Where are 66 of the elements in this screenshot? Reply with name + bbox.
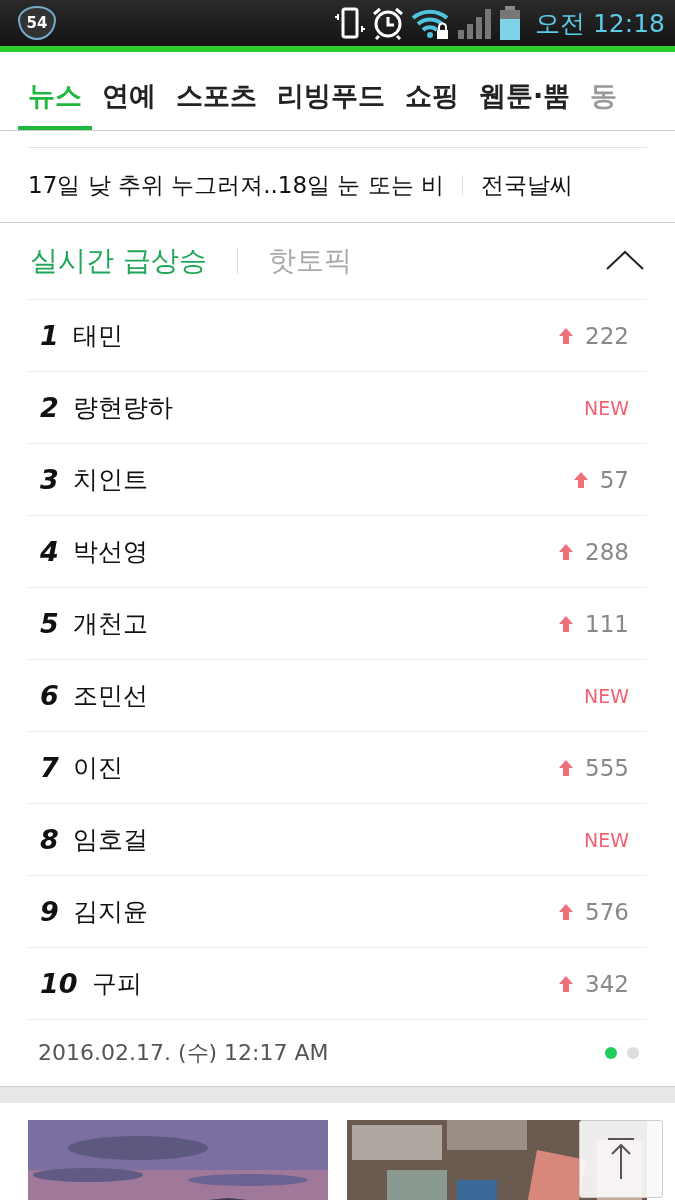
up-arrow-icon — [559, 759, 574, 776]
rank-number: 6 — [40, 680, 59, 711]
clock-time: 오전 12:18 — [535, 7, 665, 40]
rank-number: 2 — [40, 392, 59, 423]
signal-icon — [457, 6, 493, 40]
rank-number: 4 — [40, 536, 59, 567]
rank-change: 111 — [585, 610, 629, 637]
headline-link[interactable]: 17일 낮 추위 누그러져..18일 눈 또는 비 — [28, 169, 445, 201]
category-tab[interactable]: 웹툰·뿜 — [469, 52, 581, 130]
rank-number: 1 — [40, 320, 59, 351]
keyword-row[interactable]: 3 치인트 57 — [28, 443, 647, 515]
rank-change: 222 — [585, 322, 629, 349]
page-dot[interactable] — [627, 1047, 639, 1059]
keyword-row[interactable]: 5 개천고 111 — [28, 587, 647, 659]
rank-number: 3 — [40, 464, 59, 495]
keyword-text: 치인트 — [72, 464, 148, 496]
rank-number: 8 — [40, 824, 59, 855]
rank-change: 576 — [585, 898, 629, 925]
rank-change: 555 — [585, 754, 629, 781]
new-label: NEW — [584, 396, 629, 419]
keyword-text: 구피 — [91, 968, 142, 1000]
up-arrow-icon — [559, 327, 574, 344]
category-tab[interactable]: 리빙푸드 — [267, 52, 395, 130]
keyword-row[interactable]: 9 김지윤 576 — [28, 875, 647, 947]
keyword-row[interactable]: 10 구피 342 — [28, 947, 647, 1019]
collapse-icon[interactable] — [605, 249, 645, 273]
rank-number: 10 — [40, 968, 78, 999]
keyword-text: 이진 — [72, 752, 123, 784]
keyword-row[interactable]: 8 임호걸 NEW — [28, 803, 647, 875]
category-tab[interactable]: 스포츠 — [166, 52, 267, 130]
keyword-text: 량현량하 — [72, 392, 173, 424]
rank-change: 342 — [585, 970, 629, 997]
weather-link[interactable]: 전국날씨 — [481, 169, 574, 201]
battery-icon — [499, 5, 521, 41]
rank-change: 57 — [599, 466, 629, 493]
keyword-text: 박선영 — [72, 536, 148, 568]
keyword-row[interactable]: 6 조민선 NEW — [28, 659, 647, 731]
up-arrow-icon — [559, 903, 574, 920]
up-arrow-icon — [573, 471, 588, 488]
new-label: NEW — [584, 684, 629, 707]
scroll-to-top-button[interactable] — [579, 1120, 663, 1198]
up-arrow-icon — [559, 543, 574, 560]
keyword-row[interactable]: 4 박선영 288 — [28, 515, 647, 587]
category-tab[interactable]: 연예 — [92, 52, 166, 130]
keyword-text: 조민선 — [72, 680, 148, 712]
keyword-text: 김지윤 — [72, 896, 148, 928]
keyword-row[interactable]: 1 태민 222 — [28, 299, 647, 371]
keyword-row[interactable]: 2 량현량하 NEW — [28, 371, 647, 443]
arrow-up-to-top-icon — [606, 1137, 636, 1181]
rank-change: 288 — [585, 538, 629, 565]
rank-number: 7 — [40, 752, 59, 783]
keyword-text: 개천고 — [72, 608, 148, 640]
alarm-clock-icon — [371, 6, 405, 40]
keyword-text: 임호걸 — [72, 824, 148, 856]
category-tab[interactable]: 쇼핑 — [395, 52, 469, 130]
vibrate-icon — [335, 6, 365, 40]
rank-number: 9 — [40, 896, 59, 927]
keyword-row[interactable]: 7 이진 555 — [28, 731, 647, 803]
rank-number: 5 — [40, 608, 59, 639]
new-label: NEW — [584, 828, 629, 851]
update-time: 2016.02.17. (수) 12:17 AM — [38, 1039, 329, 1067]
keyword-text: 태민 — [72, 320, 123, 352]
notification-badge: 54 — [18, 6, 56, 40]
page-dot[interactable] — [605, 1047, 617, 1059]
up-arrow-icon — [559, 615, 574, 632]
up-arrow-icon — [559, 975, 574, 992]
